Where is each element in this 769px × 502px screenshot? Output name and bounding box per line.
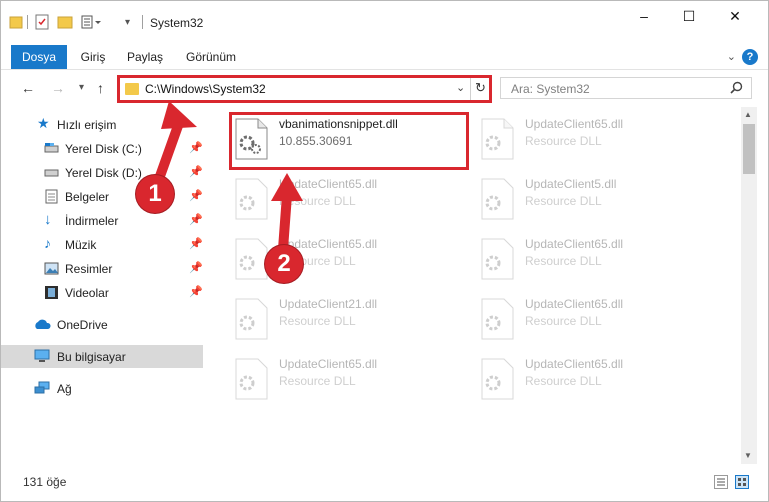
explorer-window: ▾ System32 – ☐ ✕ Dosya Giriş Paylaş Görü…: [0, 0, 769, 502]
callout-arrow-1: [154, 101, 197, 184]
callout-badge-1: 1: [136, 175, 174, 213]
callout-badge-2: 2: [265, 245, 303, 283]
callout-arrow-2: [271, 173, 303, 254]
callout-arrows: [154, 101, 303, 254]
